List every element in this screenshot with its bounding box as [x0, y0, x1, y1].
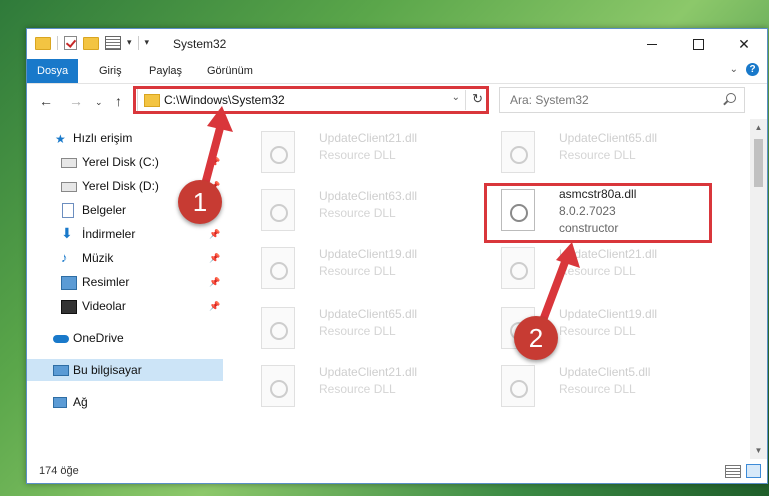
- callout-badge-two: 2: [514, 316, 558, 360]
- arrow-one-head: [207, 106, 233, 132]
- callout-arrows: [199, 106, 580, 327]
- callout-badge-one: 1: [178, 180, 222, 224]
- arrow-two: [538, 258, 569, 327]
